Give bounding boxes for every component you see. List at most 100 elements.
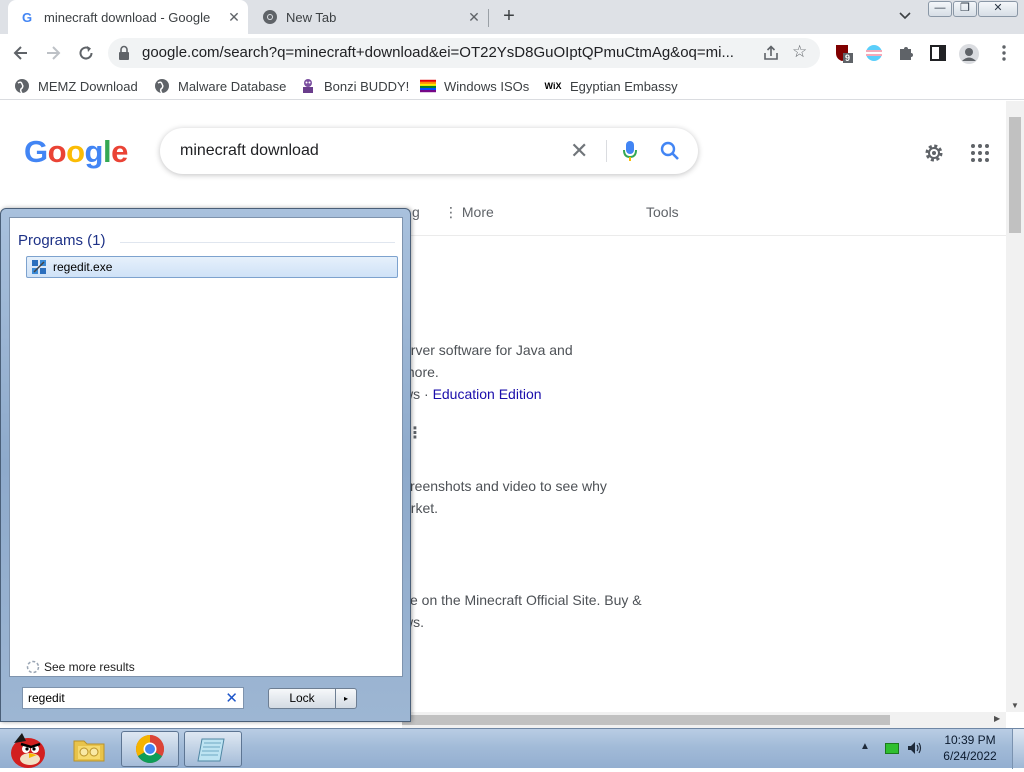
extension-badge: 9 <box>845 53 851 63</box>
start-menu-results-panel: Programs (1) regedit.exe See more result… <box>9 217 403 677</box>
bookmarks-bar: MEMZ Download Malware Database Bonzi BUD… <box>0 72 1024 100</box>
tab-google-search[interactable]: G minecraft download - Google ✕ <box>8 0 248 34</box>
close-tab-icon[interactable]: ✕ <box>226 9 242 25</box>
bonzi-icon <box>300 78 316 94</box>
back-icon[interactable] <box>8 41 34 65</box>
bookmark-label: Windows ISOs <box>444 78 530 94</box>
close-window-button[interactable]: ✕ <box>978 1 1018 17</box>
system-clock[interactable]: 10:39 PM 6/24/2022 <box>934 732 1006 764</box>
clear-search-icon[interactable]: ✕ <box>225 689 238 707</box>
show-desktop-button[interactable] <box>1012 729 1024 769</box>
clear-search-icon[interactable]: ✕ <box>570 138 588 164</box>
tab-tools[interactable]: Tools <box>646 204 679 220</box>
forward-icon[interactable] <box>40 41 66 65</box>
shutdown-options-arrow-button[interactable]: ▸ <box>335 688 357 709</box>
search-input-value[interactable]: regedit <box>28 691 65 705</box>
rainbow-flag-icon <box>420 78 436 94</box>
bookmark-windows-isos[interactable]: Windows ISOs <box>420 76 529 96</box>
search-query[interactable]: minecraft download <box>180 142 319 160</box>
apps-grid-icon[interactable] <box>970 143 990 163</box>
scroll-down-arrow-icon[interactable]: ▼ <box>1011 701 1019 710</box>
taskbar: ▲ 10:39 PM 6/24/2022 <box>0 728 1024 769</box>
vertical-scrollbar[interactable]: ▼ <box>1006 101 1024 712</box>
ublock-extension-icon[interactable]: 9 <box>834 43 854 63</box>
bookmark-label: Egyptian Embassy <box>570 78 678 94</box>
clock-time: 10:39 PM <box>944 733 996 747</box>
start-search-input[interactable]: regedit ✕ <box>22 687 244 709</box>
tab-title: New Tab <box>286 9 337 25</box>
scroll-right-arrow-icon[interactable]: ▶ <box>994 714 1000 723</box>
new-tab-button[interactable]: + <box>498 6 520 28</box>
globe-icon <box>154 78 170 94</box>
tab-new-tab[interactable]: New Tab ✕ <box>250 0 488 34</box>
program-label: regedit.exe <box>53 260 113 274</box>
sitelink-education-edition[interactable]: Education Edition <box>433 386 542 402</box>
tray-show-hidden-icons-arrow[interactable]: ▲ <box>860 741 870 752</box>
lock-icon[interactable] <box>118 45 132 61</box>
network-icon[interactable] <box>885 743 899 754</box>
tab-more[interactable]: ⋮ More <box>444 204 494 221</box>
result-snippet: se on the Minecraft Official Site. Buy & <box>403 592 642 608</box>
url-text: google.com/search?q=minecraft+download&e… <box>142 44 734 61</box>
bookmark-malware-database[interactable]: Malware Database <box>154 76 286 96</box>
reload-icon[interactable] <box>73 41 99 65</box>
pride-extension-icon[interactable] <box>864 43 884 63</box>
result-sitelinks: ws · Education Edition <box>403 386 542 402</box>
search-box-divider <box>606 140 607 162</box>
program-result-regedit[interactable]: regedit.exe <box>26 256 398 278</box>
logo-letter: o <box>47 134 67 169</box>
tab-partial[interactable]: g <box>412 204 420 220</box>
programs-section-header: Programs (1) <box>18 232 106 249</box>
address-bar[interactable]: google.com/search?q=minecraft+download&e… <box>108 38 820 68</box>
result-snippet: creenshots and video to see why <box>403 478 607 494</box>
settings-gear-icon[interactable] <box>922 141 946 165</box>
start-button-angry-bird-icon[interactable] <box>4 729 50 769</box>
google-search-box[interactable]: minecraft download ✕ <box>160 128 698 174</box>
clock-date: 6/24/2022 <box>943 749 997 763</box>
share-icon[interactable] <box>762 44 780 62</box>
bookmark-memz-download[interactable]: MEMZ Download <box>14 76 138 96</box>
tab-separator <box>488 9 489 27</box>
logo-letter: l <box>102 134 112 169</box>
bookmark-bonzi-buddy[interactable]: Bonzi BUDDY! <box>300 76 409 96</box>
browser-toolbar: google.com/search?q=minecraft+download&e… <box>0 34 1024 72</box>
profile-avatar[interactable] <box>958 43 979 64</box>
see-more-label: See more results <box>44 660 135 674</box>
section-divider <box>120 242 395 243</box>
globe-icon <box>14 78 30 94</box>
google-logo[interactable]: Google <box>24 134 128 170</box>
result-snippet: erver software for Java and <box>403 342 573 358</box>
bookmark-star-icon[interactable]: ☆ <box>792 42 807 62</box>
taskbar-chrome-icon[interactable] <box>121 731 179 767</box>
google-favicon-icon: G <box>20 9 36 25</box>
bookmark-label: Bonzi BUDDY! <box>324 78 410 94</box>
bookmark-egyptian-embassy[interactable]: WiX Egyptian Embassy <box>544 76 678 96</box>
logo-letter: e <box>111 134 128 169</box>
minimize-button[interactable]: — <box>928 1 952 17</box>
chrome-icon <box>262 9 278 25</box>
horizontal-scrollbar[interactable]: ▶ <box>402 712 1006 728</box>
puzzle-extensions-icon[interactable] <box>896 43 916 63</box>
logo-letter: g <box>84 134 104 169</box>
see-more-results-link[interactable]: See more results <box>26 660 135 674</box>
loading-spinner-icon <box>26 660 40 674</box>
taskbar-notepad-icon[interactable] <box>184 731 242 767</box>
scrollbar-thumb[interactable] <box>402 715 890 725</box>
close-tab-icon[interactable]: ✕ <box>466 9 482 25</box>
regedit-icon <box>31 259 47 275</box>
wix-icon: WiX <box>544 81 562 91</box>
volume-icon[interactable] <box>906 739 924 757</box>
more-dots-icon: ⋮ <box>444 204 462 220</box>
kebab-menu-icon[interactable] <box>994 43 1014 63</box>
taskbar-explorer-folder-icon[interactable] <box>60 731 118 767</box>
svg-text:G: G <box>22 10 32 24</box>
microphone-icon[interactable] <box>622 140 638 162</box>
maximize-button[interactable]: ❐ <box>953 1 977 17</box>
chevron-down-icon[interactable] <box>896 8 914 26</box>
bookmark-label: Malware Database <box>178 78 287 94</box>
side-panel-icon[interactable] <box>928 43 948 63</box>
scrollbar-thumb[interactable] <box>1009 117 1021 233</box>
lock-button[interactable]: Lock <box>268 688 336 709</box>
tab-title: minecraft download - Google <box>44 9 211 25</box>
search-icon[interactable] <box>660 141 680 161</box>
